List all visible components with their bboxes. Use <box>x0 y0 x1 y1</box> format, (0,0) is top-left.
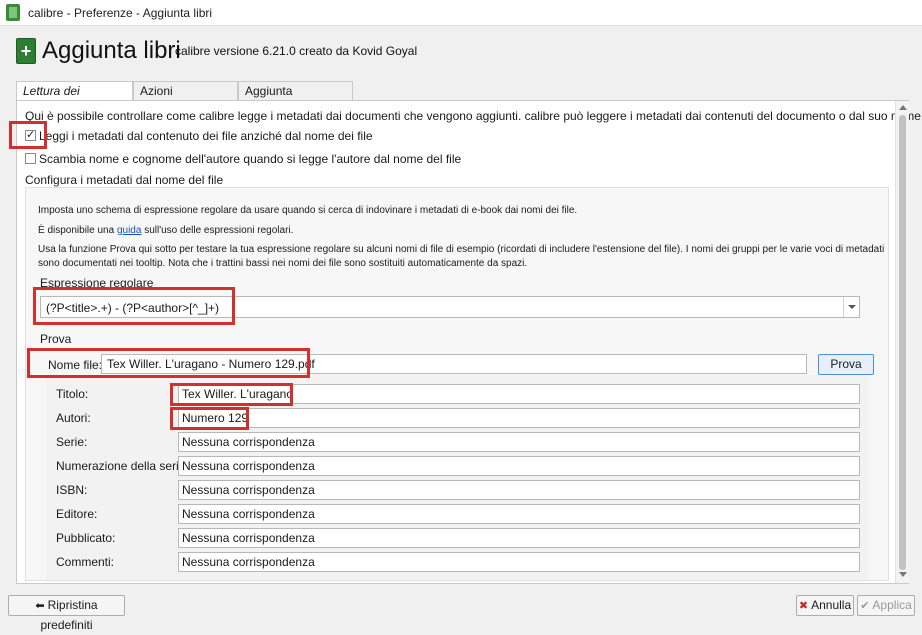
calibre-app-icon <box>6 4 20 21</box>
chevron-down-icon[interactable] <box>843 297 859 317</box>
result-row: Autori: Numero 129 <box>56 408 866 428</box>
version-info: calibre versione 6.21.0 creato da Kovid … <box>175 44 418 58</box>
result-row: Titolo: Tex Willer. L'uragano <box>56 384 866 404</box>
regex-combobox[interactable]: (?P<title>.+) - (?P<author>[^_]+) <box>40 296 860 318</box>
guide-link[interactable]: guida <box>117 225 141 236</box>
read-from-content-label: Leggi i metadati dal contenuto dei file … <box>39 129 373 143</box>
restore-icon: ⬅ <box>35 600 45 612</box>
result-label: Autori: <box>56 411 91 425</box>
close-icon: ✖ <box>798 600 809 612</box>
intro-text: Qui è possibile controllare come calibre… <box>25 109 922 123</box>
tab-panel-lettura-metadati: Qui è possibile controllare come calibre… <box>16 100 922 584</box>
scroll-down-icon[interactable] <box>899 572 907 577</box>
result-value[interactable]: Nessuna corrispondenza <box>178 504 860 524</box>
window-titlebar: calibre - Preferenze - Aggiunta libri <box>0 0 922 26</box>
checkmark-icon: ✔ <box>860 600 870 612</box>
vertical-scrollbar[interactable] <box>895 101 909 583</box>
page-title: Aggiunta libri <box>42 37 181 64</box>
guide-text-before: È disponibile una <box>38 225 117 236</box>
test-description-line2: sono documentati nei tooltip. Nota che i… <box>38 258 528 269</box>
result-label: Editore: <box>56 507 98 521</box>
read-from-content-option[interactable]: Leggi i metadati dal contenuto dei file … <box>25 128 373 143</box>
result-value[interactable]: Nessuna corrispondenza <box>178 456 860 476</box>
result-value[interactable]: Nessuna corrispondenza <box>178 552 860 572</box>
result-label: Titolo: <box>56 387 89 401</box>
read-from-content-checkbox[interactable] <box>25 128 36 141</box>
cancel-label: Annulla <box>811 598 852 612</box>
result-value[interactable]: Nessuna corrispondenza <box>178 480 860 500</box>
result-row: Serie: Nessuna corrispondenza <box>56 432 866 452</box>
result-row: Commenti: Nessuna corrispondenza <box>56 552 866 572</box>
cancel-button[interactable]: ✖ Annulla <box>796 595 854 616</box>
restore-defaults-label: Ripristina predefiniti <box>40 598 98 632</box>
result-value[interactable]: Nessuna corrispondenza <box>178 432 860 452</box>
result-value[interactable]: Nessuna corrispondenza <box>178 528 860 548</box>
result-label: ISBN: <box>56 483 88 497</box>
tab-azioni-aggiunta[interactable]: Azioni all'aggiunta <box>133 81 238 116</box>
test-results: Titolo: Tex Willer. L'uragano Autori: Nu… <box>46 375 868 580</box>
section-title: Configura i metadati dal nome del file <box>25 173 224 187</box>
tab-aggiunta-automatica[interactable]: Aggiunta automatica <box>238 81 353 116</box>
result-label: Pubblicato: <box>56 531 116 545</box>
filename-input[interactable]: Tex Willer. L'uragano - Numero 129.pdf <box>101 354 807 374</box>
result-row: Numerazione della serie: Nessuna corrisp… <box>56 456 866 476</box>
result-value[interactable]: Tex Willer. L'uragano <box>178 384 860 404</box>
regex-label: Espressione regolare <box>40 276 154 290</box>
result-row: Pubblicato: Nessuna corrispondenza <box>56 528 866 548</box>
scroll-thumb[interactable] <box>899 115 906 570</box>
test-description-line1: Usa la funzione Prova qui sotto per test… <box>38 244 885 255</box>
guide-text-after: sull'uso delle espressioni regolari. <box>141 225 294 236</box>
apply-label: Applica <box>872 598 912 612</box>
result-label: Commenti: <box>56 555 115 569</box>
regex-description: Imposta uno schema di espressione regola… <box>38 205 578 216</box>
result-row: Editore: Nessuna corrispondenza <box>56 504 866 524</box>
swap-author-label: Scambia nome e cognome dell'autore quand… <box>39 152 462 166</box>
filename-label: Nome file: <box>48 358 103 372</box>
result-label: Serie: <box>56 435 88 449</box>
result-value[interactable]: Numero 129 <box>178 408 860 428</box>
apply-button[interactable]: ✔ Applica <box>857 595 915 616</box>
result-row: ISBN: Nessuna corrispondenza <box>56 480 866 500</box>
scroll-up-icon[interactable] <box>899 105 907 110</box>
test-label: Prova <box>40 332 72 346</box>
regex-value: (?P<title>.+) - (?P<author>[^_]+) <box>46 301 220 315</box>
swap-author-checkbox[interactable] <box>25 153 36 164</box>
tab-lettura-metadati[interactable]: Lettura dei metadati <box>16 81 133 116</box>
test-button[interactable]: Prova <box>818 354 874 375</box>
swap-author-option[interactable]: Scambia nome e cognome dell'autore quand… <box>25 152 461 166</box>
guide-description: È disponibile una guida sull'uso delle e… <box>38 224 293 237</box>
restore-defaults-button[interactable]: ⬅ Ripristina predefiniti <box>8 595 125 632</box>
add-books-icon: + <box>16 38 36 64</box>
window-title: calibre - Preferenze - Aggiunta libri <box>28 6 213 20</box>
filename-metadata-group: Imposta uno schema di espressione regola… <box>25 187 889 581</box>
result-label: Numerazione della serie: <box>56 459 189 473</box>
page-header: + Aggiunta libri calibre versione 6.21.0… <box>0 30 922 74</box>
